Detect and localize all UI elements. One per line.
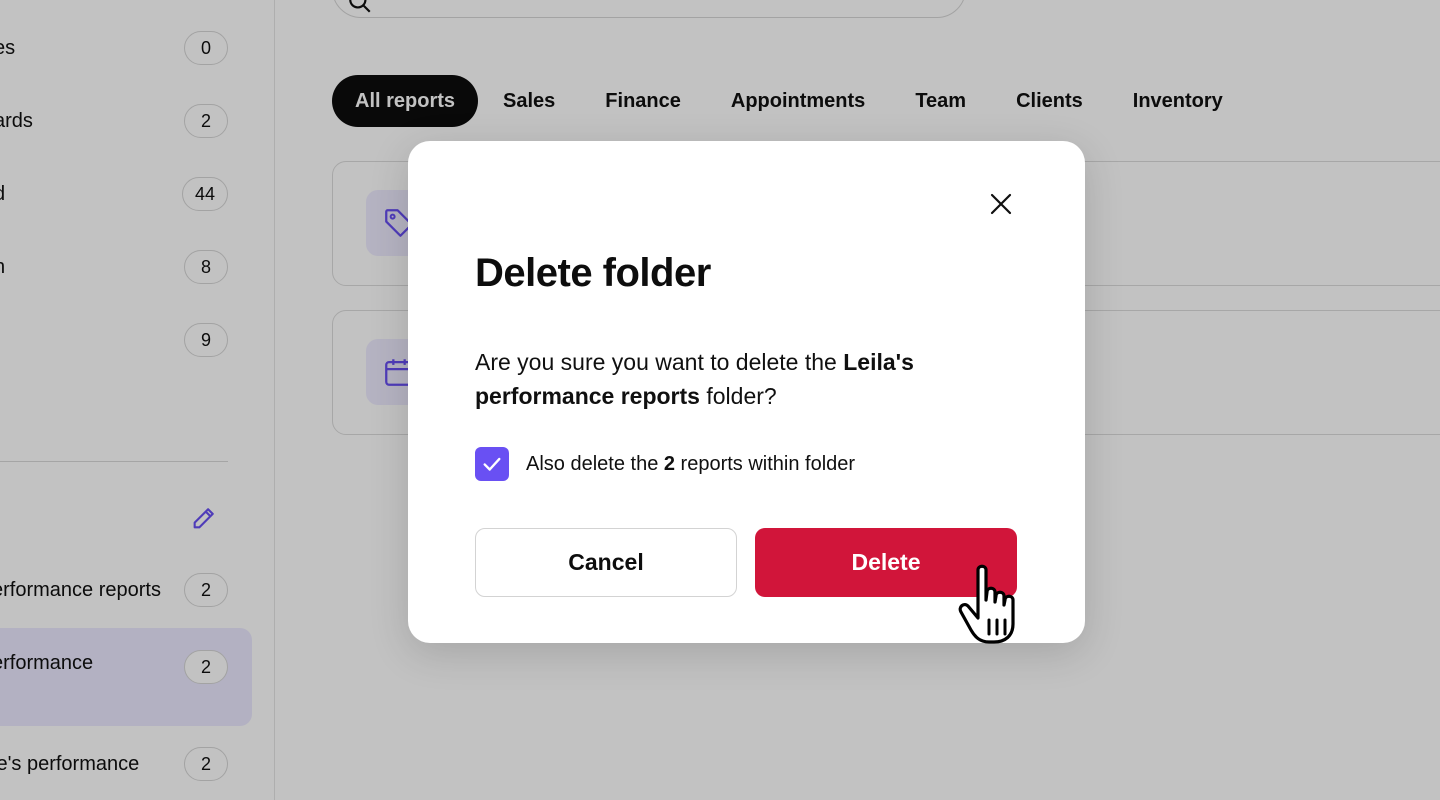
- delete-reports-option: Also delete the 2 reports within folder: [475, 447, 855, 481]
- delete-reports-checkbox[interactable]: [475, 447, 509, 481]
- message-suffix: folder?: [699, 383, 777, 409]
- dialog-title: Delete folder: [475, 251, 711, 295]
- checkbox-count: 2: [663, 452, 675, 475]
- checkbox-label-suffix: reports within folder: [675, 452, 856, 475]
- hand-pointer-cursor-icon: [958, 564, 1015, 644]
- close-icon: [990, 193, 1012, 215]
- dialog-message: Are you sure you want to delete the Leil…: [475, 345, 995, 413]
- checkbox-label: Also delete the 2 reports within folder: [526, 453, 855, 476]
- message-prefix: Are you sure you want to delete the: [475, 349, 844, 375]
- cancel-button[interactable]: Cancel: [475, 528, 737, 597]
- checkmark-icon: [483, 457, 501, 471]
- checkbox-label-prefix: Also delete the: [526, 452, 664, 475]
- close-button[interactable]: [986, 189, 1016, 219]
